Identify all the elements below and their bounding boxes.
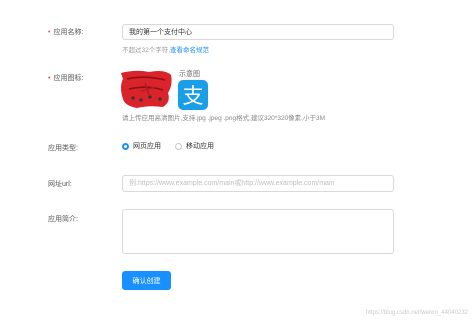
radio-selected-icon[interactable] <box>122 142 129 150</box>
app-type-radio-group: 网页应用 移动应用 <box>122 141 214 151</box>
intro-label: 应用简介: <box>48 216 78 223</box>
sample-image-label: 示意图 <box>179 71 200 78</box>
app-icon-label-text: 应用图标: <box>53 75 84 82</box>
radio-web-app-label: 网页应用 <box>133 143 161 150</box>
radio-web-app[interactable]: 网页应用 <box>122 141 161 151</box>
radio-mobile-app-label: 移动应用 <box>186 143 214 150</box>
naming-rules-link[interactable]: 查看命名规范 <box>170 47 209 54</box>
confirm-create-button[interactable]: 确认创建 <box>122 271 171 290</box>
app-icon-label: • 应用图标: <box>48 73 83 83</box>
radio-mobile-app[interactable]: 移动应用 <box>175 141 214 151</box>
svg-text:支: 支 <box>183 84 204 108</box>
alipay-icon: 支 <box>178 80 208 110</box>
csdn-watermark: https://blog.csdn.net/weixin_44040232 <box>365 310 468 316</box>
app-name-label: • 应用名称: <box>48 27 83 37</box>
required-mark: • <box>48 29 51 36</box>
app-name-input[interactable] <box>122 24 394 40</box>
url-input[interactable] <box>122 175 394 192</box>
required-mark: • <box>48 75 51 82</box>
intro-textarea[interactable] <box>122 209 394 254</box>
radio-unselected-icon[interactable] <box>175 142 182 150</box>
app-name-hint: 不超过32个字符,查看命名规范 <box>122 44 209 54</box>
app-type-label: 应用类型: <box>48 145 78 152</box>
app-name-label-text: 应用名称: <box>53 29 84 36</box>
upload-hint: 请上传应用高清图片,支持.jpg .jpeg .png格式,建议320*320像… <box>122 115 326 122</box>
url-label: 网址url: <box>48 181 72 188</box>
uploaded-icon-image[interactable] <box>119 69 173 109</box>
app-name-hint-text: 不超过32个字符, <box>122 47 171 54</box>
